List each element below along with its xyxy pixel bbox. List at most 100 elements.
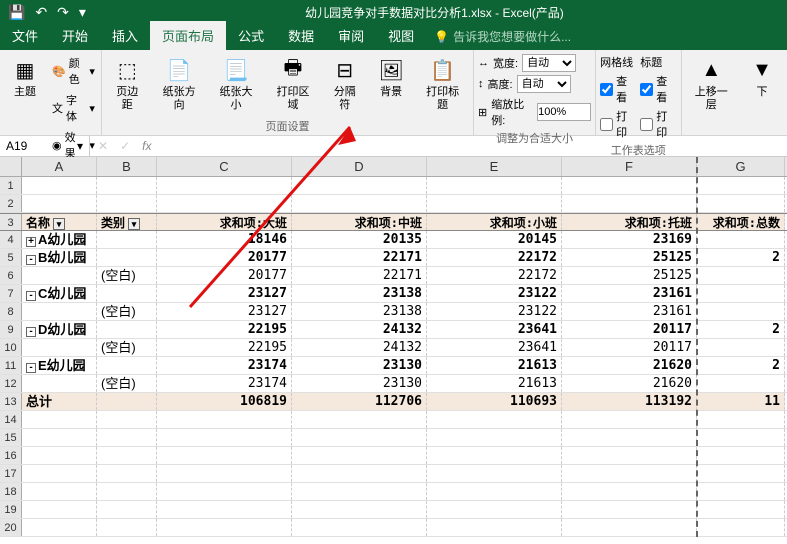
cell[interactable]: 23161: [562, 285, 697, 302]
cell[interactable]: [157, 519, 292, 536]
cell[interactable]: 21620: [562, 357, 697, 374]
bring-forward-button[interactable]: ▲上移一层: [686, 52, 737, 116]
cell[interactable]: 总计: [22, 393, 97, 410]
row-header[interactable]: 17: [0, 465, 22, 482]
cell[interactable]: [97, 501, 157, 518]
row-header[interactable]: 11: [0, 357, 22, 374]
cell[interactable]: [292, 501, 427, 518]
send-back-button[interactable]: ▼下: [741, 52, 783, 103]
cell[interactable]: 求和项:总数: [697, 214, 785, 230]
cell[interactable]: 21613: [427, 375, 562, 392]
cell[interactable]: 22171: [292, 249, 427, 266]
cell[interactable]: -B幼儿园: [22, 249, 97, 266]
row-header[interactable]: 7: [0, 285, 22, 302]
scale-input[interactable]: [537, 103, 591, 121]
cell[interactable]: 求和项:托班: [562, 214, 697, 230]
cell[interactable]: [697, 429, 785, 446]
cell[interactable]: [697, 447, 785, 464]
cell[interactable]: [97, 231, 157, 248]
cell[interactable]: [157, 447, 292, 464]
cell[interactable]: 23174: [157, 375, 292, 392]
cell[interactable]: 20177: [157, 267, 292, 284]
themes-button[interactable]: ▦ 主题: [4, 52, 46, 103]
cell[interactable]: [697, 177, 785, 194]
cell[interactable]: [292, 429, 427, 446]
cell[interactable]: [427, 195, 562, 212]
cell[interactable]: [427, 177, 562, 194]
cell[interactable]: [292, 519, 427, 536]
cell[interactable]: [562, 447, 697, 464]
cell[interactable]: 22171: [292, 267, 427, 284]
row-header[interactable]: 14: [0, 411, 22, 428]
cell[interactable]: [157, 411, 292, 428]
cell[interactable]: [22, 501, 97, 518]
cell[interactable]: [697, 411, 785, 428]
worksheet-grid[interactable]: A B C D E F G 123名称▾类别▾求和项:大班求和项:中班求和项:小…: [0, 157, 787, 537]
cell[interactable]: 求和项:大班: [157, 214, 292, 230]
cell[interactable]: [697, 375, 785, 392]
height-select[interactable]: 自动: [517, 75, 571, 93]
cell[interactable]: [97, 285, 157, 302]
expand-icon[interactable]: -: [26, 291, 36, 301]
cell[interactable]: [697, 303, 785, 320]
cell[interactable]: (空白): [97, 267, 157, 284]
cell[interactable]: [427, 465, 562, 482]
cell[interactable]: [562, 177, 697, 194]
cancel-icon[interactable]: ✕: [98, 139, 108, 153]
cell[interactable]: [97, 447, 157, 464]
row-header[interactable]: 20: [0, 519, 22, 536]
cell[interactable]: 22195: [157, 321, 292, 338]
cell[interactable]: [22, 447, 97, 464]
col-header-F[interactable]: F: [562, 157, 697, 176]
filter-icon[interactable]: ▾: [53, 218, 65, 230]
cell[interactable]: [427, 501, 562, 518]
cell[interactable]: [22, 375, 97, 392]
row-header[interactable]: 9: [0, 321, 22, 338]
cell[interactable]: [562, 195, 697, 212]
cell[interactable]: [97, 483, 157, 500]
cell[interactable]: 23174: [157, 357, 292, 374]
colors-button[interactable]: 🎨颜色 ▾: [50, 54, 97, 88]
cell[interactable]: [157, 501, 292, 518]
cell[interactable]: 18146: [157, 231, 292, 248]
cell[interactable]: [562, 465, 697, 482]
tell-me-box[interactable]: 💡 告诉我您想要做什么...: [426, 23, 579, 50]
cell[interactable]: 21620: [562, 375, 697, 392]
col-header-B[interactable]: B: [97, 157, 157, 176]
cell[interactable]: 24132: [292, 321, 427, 338]
cell[interactable]: [22, 483, 97, 500]
cell[interactable]: 22172: [427, 249, 562, 266]
cell[interactable]: 20117: [562, 321, 697, 338]
cell[interactable]: 23641: [427, 321, 562, 338]
cell[interactable]: [97, 393, 157, 410]
cell[interactable]: -D幼儿园: [22, 321, 97, 338]
cell[interactable]: [97, 465, 157, 482]
cell[interactable]: 23130: [292, 357, 427, 374]
cell[interactable]: 2: [697, 249, 785, 266]
cell[interactable]: 23127: [157, 303, 292, 320]
cell[interactable]: [697, 339, 785, 356]
col-header-D[interactable]: D: [292, 157, 427, 176]
row-header[interactable]: 2: [0, 195, 22, 212]
cell[interactable]: [697, 195, 785, 212]
row-header[interactable]: 4: [0, 231, 22, 248]
cell[interactable]: 名称▾: [22, 214, 97, 230]
cell[interactable]: [697, 501, 785, 518]
cell[interactable]: 22172: [427, 267, 562, 284]
cell[interactable]: [157, 429, 292, 446]
cell[interactable]: [22, 303, 97, 320]
tab-formulas[interactable]: 公式: [226, 21, 276, 50]
cell[interactable]: -E幼儿园: [22, 357, 97, 374]
cell[interactable]: [697, 519, 785, 536]
cell[interactable]: [562, 483, 697, 500]
cell[interactable]: 23138: [292, 285, 427, 302]
cell[interactable]: [697, 465, 785, 482]
size-button[interactable]: 📃纸张大小: [210, 52, 263, 116]
enter-icon[interactable]: ✓: [120, 139, 130, 153]
cell[interactable]: 23138: [292, 303, 427, 320]
cell[interactable]: 求和项:小班: [427, 214, 562, 230]
cell[interactable]: [292, 483, 427, 500]
row-header[interactable]: 15: [0, 429, 22, 446]
cell[interactable]: 112706: [292, 393, 427, 410]
save-icon[interactable]: 💾: [8, 4, 25, 21]
